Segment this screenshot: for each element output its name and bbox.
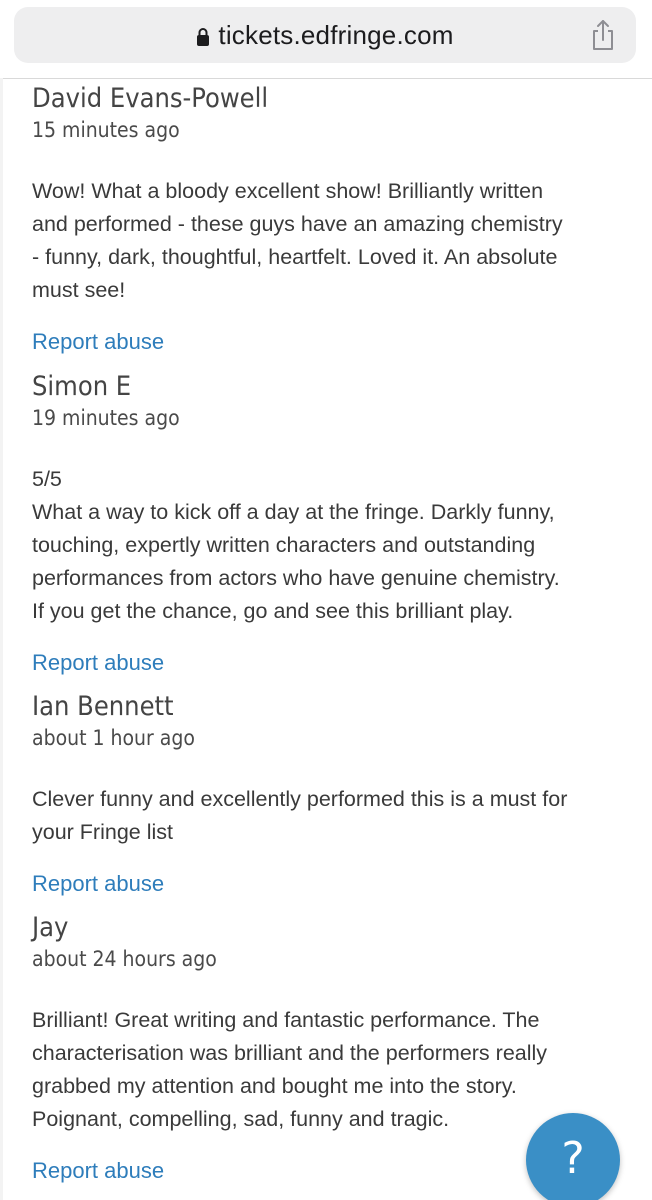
comment-line: must see! (32, 278, 126, 302)
comment-line: and performed - these guys have an amazi… (32, 212, 563, 236)
comment-body: 5/5 What a way to kick off a day at the … (32, 463, 632, 628)
comment-line: Clever funny and excellently performed t… (32, 787, 568, 811)
comment-line: - funny, dark, thoughtful, heartfelt. Lo… (32, 245, 558, 269)
comment-line: Brilliant! Great writing and fantastic p… (32, 1008, 540, 1032)
comment-line: touching, expertly written characters an… (32, 533, 536, 557)
url-display[interactable]: tickets.edfringe.com (14, 7, 636, 63)
comment-author: Jay (32, 912, 69, 943)
comment-item: Simon E 19 minutes ago 5/5 What a way to… (32, 370, 632, 678)
comment-body: Brilliant! Great writing and fantastic p… (32, 1004, 632, 1136)
comment-author: David Evans-Powell (32, 83, 269, 114)
page: tickets.edfringe.com David Evans-Powell … (0, 0, 652, 1200)
comment-body: Wow! What a bloody excellent show! Brill… (32, 175, 632, 307)
comment-body: Clever funny and excellently performed t… (32, 783, 632, 849)
share-icon[interactable] (590, 19, 616, 51)
address-bar[interactable]: tickets.edfringe.com (14, 7, 636, 63)
comment-author: Simon E (32, 371, 132, 402)
comment-time: about 1 hour ago (32, 726, 195, 750)
comment-line: your Fringe list (32, 820, 173, 844)
comment-line: What a way to kick off a day at the frin… (32, 500, 555, 524)
comment-item: Ian Bennett about 1 hour ago Clever funn… (32, 690, 632, 899)
lock-icon (197, 28, 210, 46)
comment-rating: 5/5 (32, 467, 62, 491)
question-icon: ? (561, 1133, 585, 1184)
comment-item: David Evans-Powell 15 minutes ago Wow! W… (32, 82, 632, 357)
report-abuse-link[interactable]: Report abuse (32, 869, 164, 899)
browser-top-bar: tickets.edfringe.com (0, 0, 652, 79)
comments-list: David Evans-Powell 15 minutes ago Wow! W… (32, 80, 632, 1186)
comment-line: grabbed my attention and bought me into … (32, 1074, 517, 1098)
comment-line: performances from actors who have genuin… (32, 566, 560, 590)
comment-time: 19 minutes ago (32, 406, 180, 430)
report-abuse-link[interactable]: Report abuse (32, 648, 164, 678)
comment-author: Ian Bennett (32, 691, 174, 722)
url-text[interactable]: tickets.edfringe.com (218, 20, 453, 51)
comment-line: Wow! What a bloody excellent show! Brill… (32, 179, 544, 203)
comment-line: characterisation was brilliant and the p… (32, 1041, 548, 1065)
comment-time: about 24 hours ago (32, 947, 217, 971)
comment-time: 15 minutes ago (32, 118, 180, 142)
comment-line: If you get the chance, go and see this b… (32, 599, 514, 623)
page-left-edge (0, 78, 3, 1200)
report-abuse-link[interactable]: Report abuse (32, 1156, 164, 1186)
report-abuse-link[interactable]: Report abuse (32, 327, 164, 357)
help-button[interactable]: ? (526, 1113, 620, 1200)
